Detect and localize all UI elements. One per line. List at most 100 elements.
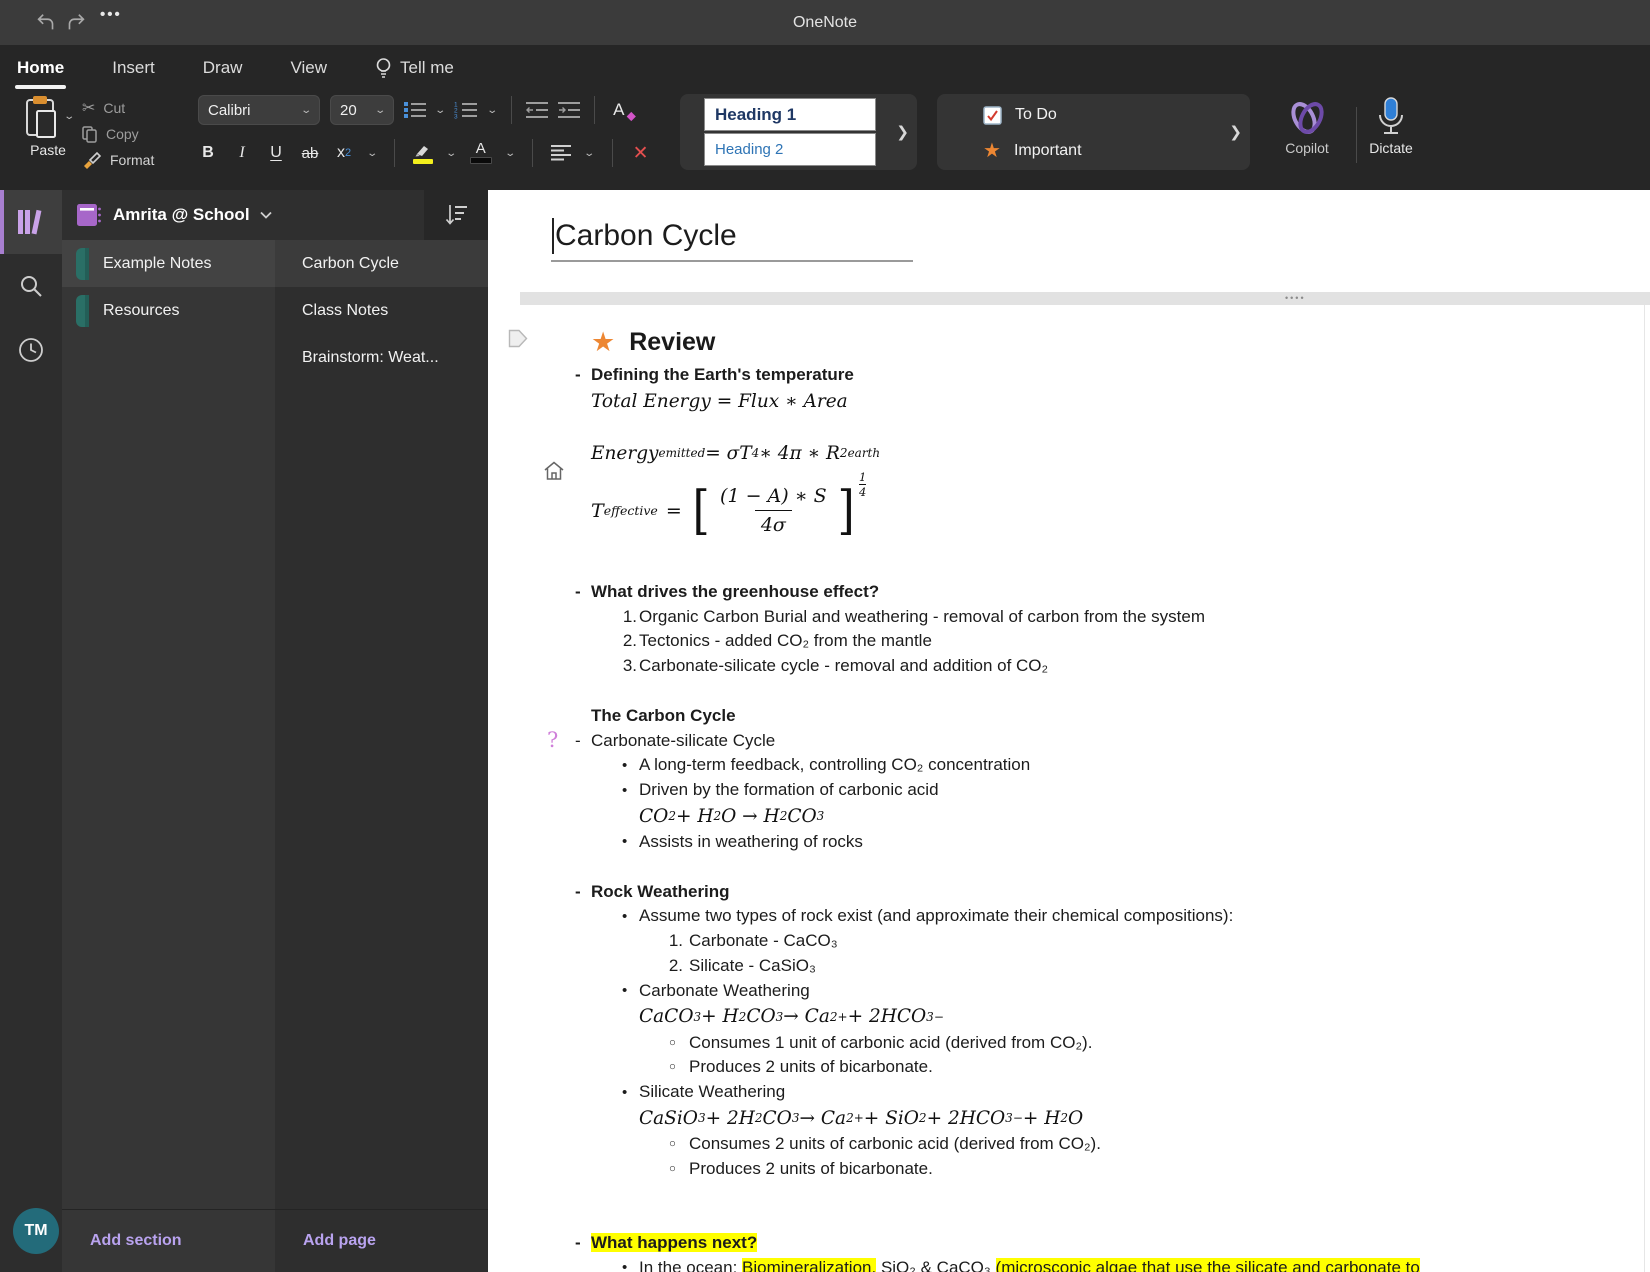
account-avatar[interactable]: TM [13,1208,59,1254]
line-text: Carbonate Weathering [639,980,810,1000]
script-chevron[interactable]: ⌄ [366,148,378,159]
page-title[interactable]: Carbon Cycle [552,216,737,256]
sub-bullet-item[interactable]: ○ Produces 2 units of bicarbonate. [591,1156,1571,1181]
add-section-button[interactable]: Add section [90,1232,182,1250]
copy-button[interactable]: Copy [82,123,154,145]
search-rail-button[interactable] [0,254,62,318]
font-size-select[interactable]: 20 ⌄ [330,95,394,125]
equation-line[interactable]: CO 2 + H2O → H 2 CO 3 [591,803,1571,830]
numbered-item[interactable]: 2. Silicate - CaSiO₃ [591,954,1571,979]
italic-button[interactable]: I [232,139,252,167]
line-text: Carbonate - CaCO₃ [689,931,838,951]
bullet-item[interactable]: • Carbonate Weathering [591,978,1571,1003]
font-color-chevron[interactable]: ⌄ [504,148,516,159]
outline-item[interactable]: - Defining the Earth's temperature [575,363,1571,388]
clear-formatting-button[interactable]: A ◼ [609,96,638,124]
sort-pages-button[interactable] [424,190,488,240]
bullet-item[interactable]: • Silicate Weathering [591,1080,1571,1105]
alignment-button[interactable] [551,139,572,167]
outline-item[interactable]: - Rock Weathering [575,879,1571,904]
home-icon[interactable] [543,461,565,481]
equation-effective-temperature[interactable]: Teffective =[(1 − A) ∗ S 4σ] 1 4 [544,461,1571,555]
bullet-item[interactable]: • A long-term feedback, controlling CO₂ c… [591,753,1571,778]
bold-button[interactable]: B [198,139,218,167]
notebook-chevron-down-icon [259,211,272,219]
outline-item[interactable]: - Carbonate-silicate Cycle? [547,728,1571,753]
bullet-item[interactable]: • Assume two types of rock exist (and app… [591,904,1571,929]
format-painter-button[interactable]: Format [82,149,154,171]
sort-icon [445,205,467,225]
equation-line[interactable]: CaSiO 3 + 2H 2 CO 3 → Ca 2+ + SiO 2 + 2HCO 3− +… [591,1105,1571,1132]
numbered-item[interactable]: 1. Carbonate - CaCO₃ [591,929,1571,954]
styles-expand-chevron[interactable]: ❯ [896,123,909,141]
add-page-button[interactable]: Add page [303,1232,376,1250]
page-item[interactable]: Brainstorm: Weat... [275,334,488,381]
page-item[interactable]: Class Notes [275,287,488,334]
tab-tell-me[interactable]: Tell me [373,53,456,83]
tab-draw[interactable]: Draw [201,54,245,82]
numbered-item[interactable]: 3. Carbonate-silicate cycle - removal and… [591,654,1571,679]
equation-line[interactable]: CaCO 3 + H 2 CO 3 → Ca 2+ + 2HCO 3− [591,1003,1571,1030]
recent-notes-rail-button[interactable] [0,318,62,382]
cut-button[interactable]: ✂ Cut [82,97,154,119]
dictate-button[interactable]: Dictate [1356,95,1426,156]
font-family-select[interactable]: Calibri ⌄ [198,95,320,125]
style-heading-2[interactable]: Heading 2 [704,133,876,166]
notebooks-rail-button[interactable] [0,190,62,254]
copilot-button[interactable]: Copilot [1272,95,1342,156]
sub-bullet-item[interactable]: ○ Produces 2 units of bicarbonate. [591,1055,1571,1080]
highlight-chevron[interactable]: ⌄ [446,148,458,159]
bullets-button[interactable] [404,96,426,124]
font-size-value: 20 [340,101,357,119]
font-color-button[interactable]: A [469,139,492,167]
strikethrough-button[interactable]: ab [300,139,320,167]
outline-subheading[interactable]: The Carbon Cycle [591,703,1571,728]
bullet-item[interactable]: • Assists in weathering of rocks [591,830,1571,855]
section-item[interactable]: Example Notes [62,240,275,287]
tag-important[interactable]: ★ Important [983,136,1082,166]
sub-bullet-item[interactable]: ○ Consumes 2 units of carbonic acid (deri… [591,1132,1571,1157]
tab-view[interactable]: View [288,54,329,82]
important-star-icon[interactable]: ★ [591,328,615,356]
tags-expand-chevron[interactable]: ❯ [1229,123,1242,141]
equation-line[interactable]: Energy emitted = σT 4 ∗ 4π ∗ R 2 earth [591,440,1571,467]
numbered-list-icon: 1 2 3 [454,102,478,119]
outline-item[interactable]: - What drives the greenhouse effect? [575,579,1571,604]
subscript-button[interactable]: x2 [334,139,354,167]
alignment-chevron[interactable]: ⌄ [583,148,595,159]
paste-button[interactable]: ⌄ Paste [12,95,84,158]
equation-line[interactable]: Total Energy = Flux ∗ Area [591,388,1571,415]
bullets-chevron[interactable]: ⌄ [434,105,446,116]
note-body[interactable]: ★ Review - Defining the Earth's temperatu… [544,305,1571,1272]
page-item[interactable]: Carbon Cycle [275,240,488,287]
notebook-header[interactable]: Amrita @ School [62,190,488,240]
bullet-item[interactable]: • Driven by the formation of carbonic aci… [591,778,1571,803]
increase-indent-button[interactable] [557,96,580,124]
highlighter-icon [415,145,429,156]
decrease-indent-button[interactable] [525,96,548,124]
tab-insert[interactable]: Insert [110,54,157,82]
line-text: Consumes 1 unit of carbonic acid (derive… [689,1032,1093,1052]
numbered-item[interactable]: 1. Organic Carbon Burial and weathering -… [591,604,1571,629]
page-flag-icon[interactable] [508,329,528,348]
tag-to-do[interactable]: To Do [983,100,1057,130]
underline-button[interactable]: U [266,139,286,167]
notebook-icon [77,204,101,226]
bullet-item[interactable]: • In the ocean: Biomineralization. SiO₂ &… [591,1256,1571,1272]
highlight-button[interactable] [413,139,434,167]
page-canvas[interactable]: Carbon Cycle •••• ★ Review - Defining the… [488,190,1650,1272]
numbering-chevron[interactable]: ⌄ [487,105,499,116]
question-tag-icon[interactable]: ? [547,728,558,752]
style-heading-1[interactable]: Heading 1 [704,98,876,131]
copilot-icon [1291,101,1324,134]
add-section-bar: Add section [62,1209,275,1272]
section-item[interactable]: Resources [62,287,275,334]
paste-dropdown-chevron[interactable]: ⌄ [63,111,75,122]
delete-button[interactable]: ✕ [631,139,651,167]
numbered-item[interactable]: 2. Tectonics - added CO₂ from the mantle [591,629,1571,654]
note-container-handle[interactable]: •••• [520,292,1650,305]
sub-bullet-item[interactable]: ○ Consumes 1 unit of carbonic acid (deriv… [591,1030,1571,1055]
numbering-button[interactable]: 1 2 3 [454,96,478,124]
tab-home[interactable]: Home [15,54,67,89]
outline-item[interactable]: - What happens next? [575,1231,1571,1256]
